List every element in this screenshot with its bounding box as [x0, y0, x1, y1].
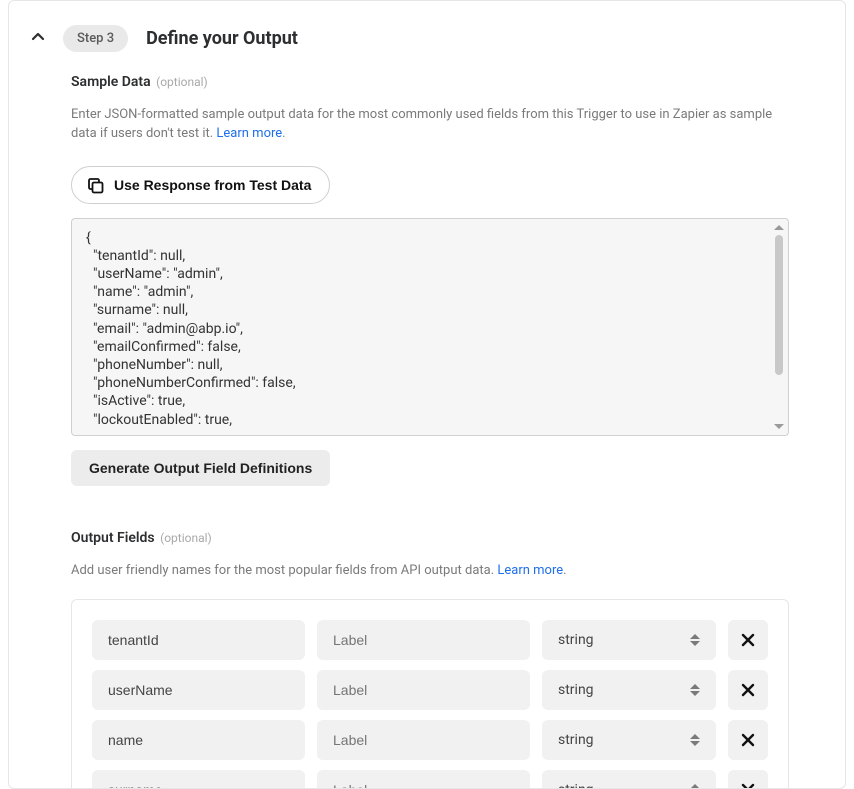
sample-data-section: Sample Data (optional) Enter JSON-format…	[9, 74, 845, 486]
field-key-input[interactable]	[92, 720, 305, 760]
chevron-up-icon	[31, 30, 45, 44]
sample-data-label-text: Sample Data	[71, 74, 151, 90]
delete-row-button[interactable]	[728, 670, 768, 710]
field-type-value: string	[558, 682, 594, 698]
close-icon	[740, 682, 756, 698]
output-fields-hint: Add user friendly names for the most pop…	[71, 562, 789, 581]
field-label-input[interactable]	[317, 770, 530, 789]
close-icon	[740, 782, 756, 789]
scroll-up-icon	[774, 225, 784, 230]
use-response-label: Use Response from Test Data	[114, 177, 311, 193]
sort-icon	[690, 784, 700, 789]
field-label-input[interactable]	[317, 720, 530, 760]
close-icon	[740, 732, 756, 748]
close-icon	[740, 632, 756, 648]
field-type-select[interactable]: string	[542, 770, 716, 789]
field-type-value: string	[558, 782, 594, 789]
field-type-select[interactable]: string	[542, 620, 716, 660]
scroll-thumb[interactable]	[775, 235, 783, 375]
sample-json-wrap	[71, 218, 789, 436]
sample-learn-more-link[interactable]: Learn more	[216, 126, 282, 141]
copy-icon	[86, 176, 104, 194]
field-key-input[interactable]	[92, 620, 305, 660]
step-card: Step 3 Define your Output Sample Data (o…	[8, 0, 846, 789]
field-type-select[interactable]: string	[542, 720, 716, 760]
output-fields-section: Output Fields (optional) Add user friend…	[9, 530, 845, 789]
delete-row-button[interactable]	[728, 770, 768, 789]
field-row: string	[92, 720, 768, 760]
sort-icon	[690, 734, 700, 746]
field-type-value: string	[558, 732, 594, 748]
step-title: Define your Output	[146, 28, 298, 49]
sample-json-textarea[interactable]	[72, 219, 788, 431]
step-header: Step 3 Define your Output	[9, 25, 845, 74]
output-fields-optional: (optional)	[160, 531, 212, 545]
output-fields-card: string string string string	[71, 599, 789, 789]
output-fields-label: Output Fields (optional)	[71, 530, 789, 546]
field-row: string	[92, 620, 768, 660]
generate-definitions-button[interactable]: Generate Output Field Definitions	[71, 450, 330, 486]
field-label-input[interactable]	[317, 670, 530, 710]
delete-row-button[interactable]	[728, 720, 768, 760]
step-pill: Step 3	[63, 25, 128, 52]
field-type-value: string	[558, 632, 594, 648]
field-row: string	[92, 770, 768, 789]
field-key-input[interactable]	[92, 770, 305, 789]
sample-data-optional: (optional)	[156, 75, 208, 89]
use-response-button[interactable]: Use Response from Test Data	[71, 166, 330, 204]
field-row: string	[92, 670, 768, 710]
sort-icon	[690, 684, 700, 696]
output-learn-more-link[interactable]: Learn more	[497, 563, 563, 578]
sort-icon	[690, 634, 700, 646]
sample-data-hint-text: Enter JSON-formatted sample output data …	[71, 107, 772, 141]
sample-data-label: Sample Data (optional)	[71, 74, 789, 90]
field-key-input[interactable]	[92, 670, 305, 710]
output-fields-hint-text: Add user friendly names for the most pop…	[71, 563, 497, 578]
collapse-button[interactable]	[31, 30, 45, 47]
scrollbar[interactable]	[772, 221, 786, 433]
sample-data-hint: Enter JSON-formatted sample output data …	[71, 106, 789, 144]
scroll-down-icon	[774, 424, 784, 429]
field-label-input[interactable]	[317, 620, 530, 660]
field-type-select[interactable]: string	[542, 670, 716, 710]
output-fields-label-text: Output Fields	[71, 530, 155, 546]
delete-row-button[interactable]	[728, 620, 768, 660]
